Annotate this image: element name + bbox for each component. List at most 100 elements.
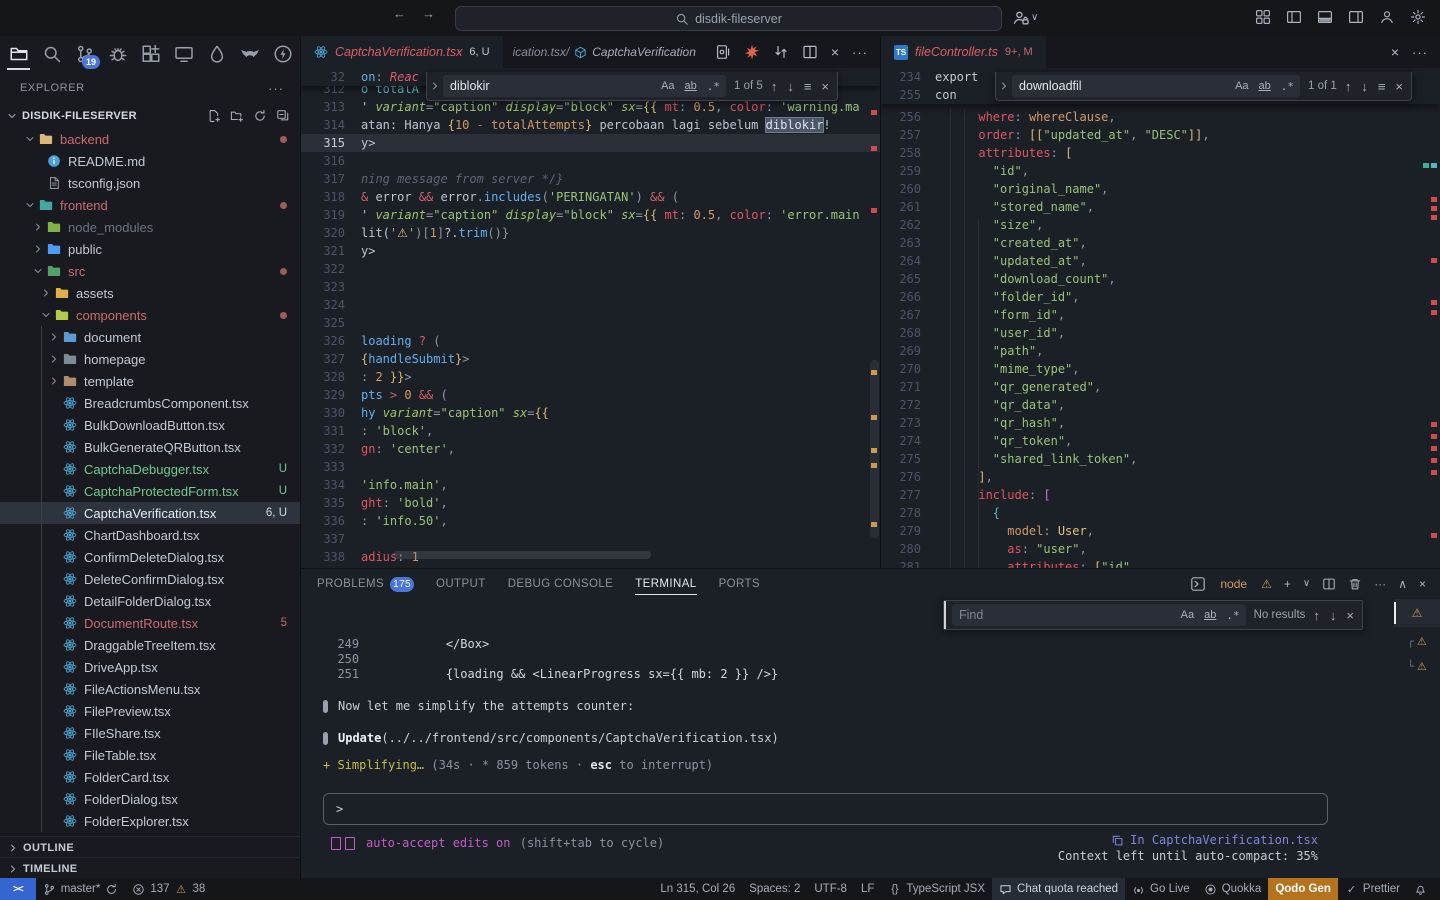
code-line[interactable]: 278 {: [881, 504, 1440, 522]
tree-item-node-modules[interactable]: node_modules: [0, 216, 300, 238]
tree-item-src[interactable]: src: [0, 260, 300, 282]
terminal[interactable]: 249 </Box> 250 251 {loading && <LinearPr…: [301, 599, 1394, 879]
tree-item-bulkgenerateqrbutton-tsx[interactable]: BulkGenerateQRButton.tsx: [0, 436, 300, 458]
code-line[interactable]: 273 "qr_hash",: [881, 414, 1440, 432]
code-line[interactable]: 315y>: [301, 134, 880, 152]
code-line[interactable]: 258 attributes: [: [881, 144, 1440, 162]
tree-item-backend[interactable]: backend: [0, 128, 300, 150]
find-next-icon[interactable]: ↓: [1330, 608, 1337, 623]
code-line[interactable]: 327{handleSubmit}>: [301, 350, 880, 368]
code-line[interactable]: 322: [301, 260, 880, 278]
statusbar-cursor-position[interactable]: Ln 315, Col 26: [653, 878, 742, 900]
tree-item-bulkdownloadbutton-tsx[interactable]: BulkDownloadButton.tsx: [0, 414, 300, 436]
code-line[interactable]: 260 "original_name",: [881, 180, 1440, 198]
maximize-panel-icon[interactable]: ∧: [1398, 578, 1407, 590]
tree-item-confirmdeletedialog-tsx[interactable]: ConfirmDeleteDialog.tsx: [0, 546, 300, 568]
code-line[interactable]: 263 "created_at",: [881, 234, 1440, 252]
find-prev-icon[interactable]: ↑: [1345, 79, 1352, 94]
code-line[interactable]: 274 "qr_token",: [881, 432, 1440, 450]
split-editor-icon[interactable]: [802, 44, 818, 60]
tree-item-documentroute-tsx[interactable]: DocumentRoute.tsx5: [0, 612, 300, 634]
split-terminal-icon[interactable]: [1322, 577, 1336, 591]
activity-item-bug[interactable]: [103, 37, 132, 71]
code-line[interactable]: 262 "size",: [881, 216, 1440, 234]
code-line[interactable]: 321y>: [301, 242, 880, 260]
code-editor-captchaverification[interactable]: 312o totalA313' variant="caption" displa…: [301, 68, 880, 568]
tree-item-fileshare-tsx[interactable]: FIleShare.tsx: [0, 722, 300, 744]
command-center-search[interactable]: disdik-fileserver: [455, 6, 1002, 31]
code-line[interactable]: 336: 'info.50',: [301, 512, 880, 530]
kill-terminal-icon[interactable]: [1348, 577, 1362, 591]
tree-item-captchaprotectedform-tsx[interactable]: CaptchaProtectedForm.tsxU: [0, 480, 300, 502]
tree-item-assets[interactable]: assets: [0, 282, 300, 304]
statusbar-notifications[interactable]: [1407, 878, 1434, 900]
whole-word-icon[interactable]: ab: [1257, 79, 1273, 93]
code-line[interactable]: 337: [301, 530, 880, 548]
forward-icon[interactable]: →: [422, 7, 435, 20]
code-line[interactable]: 333: [301, 458, 880, 476]
code-line[interactable]: 332gn: 'center',: [301, 440, 880, 458]
statusbar-chat-quota[interactable]: Chat quota reached: [992, 878, 1125, 900]
statusbar-language-mode[interactable]: {}TypeScript JSX: [881, 878, 992, 900]
find-input-box[interactable]: FindAaab.*: [952, 604, 1246, 626]
tree-item-captchaverification-tsx[interactable]: CaptchaVerification.tsx6, U: [0, 502, 300, 524]
toggle-sidebar-right-icon[interactable]: [1348, 9, 1364, 25]
panel-tab-ports[interactable]: PORTS: [719, 569, 760, 599]
new-terminal-icon[interactable]: +: [1284, 578, 1291, 590]
panel-tab-problems[interactable]: PROBLEMS175: [317, 569, 414, 599]
tree-item-frontend[interactable]: frontend: [0, 194, 300, 216]
find-input-box[interactable]: diblokirAaab.*: [443, 75, 726, 97]
panel-tab-terminal[interactable]: TERMINAL: [635, 569, 696, 599]
collapse-all-icon[interactable]: [276, 109, 290, 123]
tree-item-public[interactable]: public: [0, 238, 300, 260]
statusbar-indentation[interactable]: Spaces: 2: [742, 878, 807, 900]
customize-layout-icon[interactable]: [1255, 9, 1271, 25]
toggle-panel-icon[interactable]: [1317, 9, 1333, 25]
breadcrumb[interactable]: ication.tsx/CaptchaVerification: [513, 45, 696, 59]
activity-item-monitor[interactable]: [169, 37, 198, 71]
panel-tab-output[interactable]: OUTPUT: [436, 569, 486, 599]
code-line[interactable]: 329pts > 0 && (: [301, 386, 880, 404]
code-line[interactable]: 314atan: Hanya {10 - totalAttempts} perc…: [301, 116, 880, 134]
code-line[interactable]: 270 "mime_type",: [881, 360, 1440, 378]
code-line[interactable]: 328: 2 }}>: [301, 368, 880, 386]
close-editor-icon[interactable]: ×: [1391, 44, 1399, 60]
terminal-prompt-input[interactable]: >: [323, 793, 1328, 825]
statusbar-go-live[interactable]: Go Live: [1125, 878, 1197, 900]
code-line[interactable]: 335ght: 'bold',: [301, 494, 880, 512]
code-editor-filecontroller[interactable]: 256 where: whereClause,257 order: [["upd…: [881, 68, 1440, 568]
tree-item-driveapp-tsx[interactable]: DriveApp.tsx: [0, 656, 300, 678]
statusbar-remote-indicator[interactable]: ><: [0, 878, 36, 900]
find-close-icon[interactable]: ×: [1346, 608, 1354, 623]
code-line[interactable]: 256 where: whereClause,: [881, 108, 1440, 126]
gear-icon[interactable]: [1410, 9, 1426, 25]
tree-item-draggabletreeitem-tsx[interactable]: DraggableTreeItem.tsx: [0, 634, 300, 656]
code-line[interactable]: 275 "shared_link_token",: [881, 450, 1440, 468]
tree-item-fileactionsmenu-tsx[interactable]: FileActionsMenu.tsx: [0, 678, 300, 700]
launch-profile-icon[interactable]: [1190, 576, 1206, 592]
toggle-sidebar-left-icon[interactable]: [1286, 9, 1302, 25]
match-case-icon[interactable]: Aa: [1179, 608, 1196, 622]
code-line[interactable]: 267 "form_id",: [881, 306, 1440, 324]
find-toggle-icon[interactable]: [996, 80, 1012, 92]
outline-section[interactable]: OUTLINE: [0, 836, 300, 858]
code-line[interactable]: 330hy variant="caption" sx={{: [301, 404, 880, 422]
accounts-button[interactable]: ∨: [1012, 9, 1038, 27]
tree-item-homepage[interactable]: homepage: [0, 348, 300, 370]
terminal-dropdown-icon[interactable]: ∨: [1303, 579, 1310, 589]
close-editor-icon[interactable]: ×: [831, 44, 839, 60]
code-line[interactable]: 317ning message from server */}: [301, 170, 880, 188]
tree-item-components[interactable]: components: [0, 304, 300, 326]
code-line[interactable]: 265 "download_count",: [881, 270, 1440, 288]
compare-changes-icon[interactable]: [773, 44, 789, 60]
tree-item-folderexplorer-tsx[interactable]: FolderExplorer.tsx: [0, 810, 300, 832]
tree-item-breadcrumbscomponent-tsx[interactable]: BreadcrumbsComponent.tsx: [0, 392, 300, 414]
find-close-icon[interactable]: ×: [1395, 79, 1403, 94]
starburst-extension-icon[interactable]: [744, 44, 760, 60]
code-line[interactable]: 331: 'block',: [301, 422, 880, 440]
code-line[interactable]: 272 "qr_data",: [881, 396, 1440, 414]
find-next-icon[interactable]: ↓: [1361, 79, 1368, 94]
views-more-icon[interactable]: ···: [268, 81, 284, 96]
code-line[interactable]: 323: [301, 278, 880, 296]
code-line[interactable]: 325: [301, 314, 880, 332]
